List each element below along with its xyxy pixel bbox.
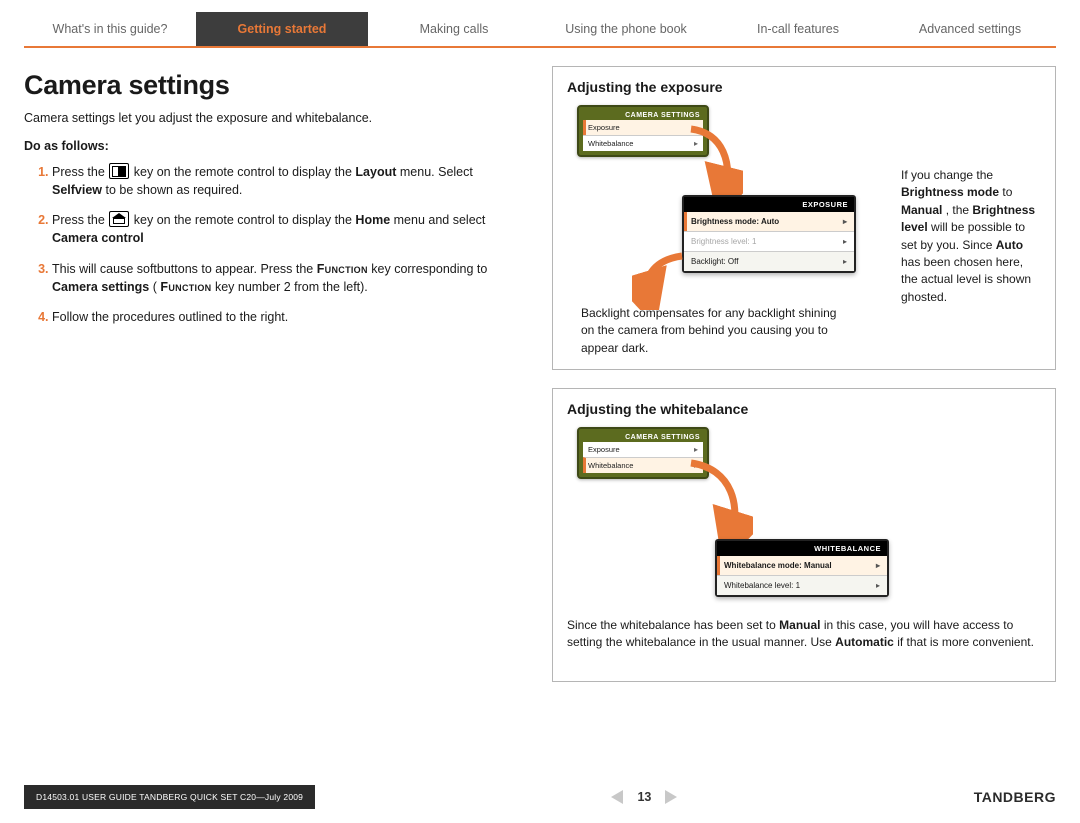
panel-exposure: Adjusting the exposure CAMERA SETTINGS E… — [552, 66, 1056, 370]
popup-exposure-title: EXPOSURE — [684, 197, 854, 212]
popup-wb-row1: Whitebalance level: 1 ▸ — [717, 575, 887, 595]
popup-whitebalance: WHITEBALANCE Whitebalance mode: Manual ▸… — [715, 539, 889, 597]
step1-t3: menu. Select — [400, 165, 473, 179]
p2b-d: if that is more convenient. — [897, 635, 1034, 649]
tab-making-calls[interactable]: Making calls — [368, 12, 540, 48]
step2-t1: Press the — [52, 213, 108, 227]
step-1: Press the key on the remote control to d… — [52, 163, 524, 199]
panel-exposure-heading: Adjusting the exposure — [567, 79, 1041, 95]
popup-wb-row0: Whitebalance mode: Manual ▸ — [717, 556, 887, 575]
step2-t3: menu and select — [394, 213, 486, 227]
step1-t4: to be shown as required. — [106, 183, 243, 197]
intro-text: Camera settings let you adjust the expos… — [24, 111, 524, 125]
exposure-side-caption: If you change the Brightness mode to Man… — [901, 167, 1041, 306]
screen2-title: CAMERA SETTINGS — [583, 433, 703, 442]
screen1-title: CAMERA SETTINGS — [583, 111, 703, 120]
step3-sc2: Function — [160, 280, 211, 294]
chevron-right-icon: ▸ — [876, 581, 880, 590]
p1s-a: If you change the — [901, 168, 993, 182]
screen1-row-exposure: Exposure ▸ — [583, 120, 703, 135]
screen-camera-settings-2: CAMERA SETTINGS Exposure ▸ Whitebalance ▸ — [577, 427, 709, 479]
step2-b2: Camera control — [52, 231, 144, 245]
p1r2-l: Backlight: — [691, 257, 726, 266]
screen2-row0-label: Exposure — [588, 445, 620, 454]
tab-getting-started[interactable]: Getting started — [196, 12, 368, 48]
p2b-a: Since the whitebalance has been set to — [567, 618, 779, 632]
step-4: Follow the procedures outlined to the ri… — [52, 308, 524, 326]
step3-t4: key number 2 from the left). — [215, 280, 368, 294]
step1-t1: Press the — [52, 165, 108, 179]
step3-b1: Camera settings — [52, 280, 149, 294]
p1s-b4: Auto — [996, 238, 1023, 252]
screen2-row-whitebalance: Whitebalance ▸ — [583, 457, 703, 473]
p1s-f: has been chosen here, the actual level i… — [901, 255, 1031, 304]
p2b-b1: Manual — [779, 618, 820, 632]
next-page-button[interactable] — [665, 790, 677, 804]
popup-exposure-row1: Brightness level: 1 ▸ — [684, 231, 854, 251]
step3-sc1: Function — [317, 262, 368, 276]
footer: D14503.01 USER GUIDE TANDBERG QUICK SET … — [24, 783, 1056, 811]
step1-t2: key on the remote control to display the — [134, 165, 356, 179]
home-key-icon — [109, 211, 129, 227]
layout-key-icon — [109, 163, 129, 179]
panel-whitebalance-heading: Adjusting the whitebalance — [567, 401, 1041, 417]
popup-wb-title: WHITEBALANCE — [717, 541, 887, 556]
prev-page-button[interactable] — [611, 790, 623, 804]
screen-camera-settings-1: CAMERA SETTINGS Exposure ▸ Whitebalance ▸ — [577, 105, 709, 157]
screen1-row1-label: Whitebalance — [588, 139, 633, 148]
step3-t1: This will cause softbuttons to appear. P… — [52, 262, 317, 276]
do-as-follows: Do as follows: — [24, 139, 524, 153]
chevron-right-icon: ▸ — [843, 257, 847, 266]
step1-b1: Layout — [355, 165, 396, 179]
top-tab-nav: What's in this guide? Getting started Ma… — [24, 12, 1056, 48]
p1s-b1: Brightness mode — [901, 185, 999, 199]
tab-incall-features[interactable]: In-call features — [712, 12, 884, 48]
page-title: Camera settings — [24, 70, 524, 101]
p1r0-v: Auto — [761, 217, 779, 226]
p1s-c: to — [1002, 185, 1012, 199]
popup-exposure: EXPOSURE Brightness mode: Auto ▸ Brightn… — [682, 195, 856, 273]
chevron-right-icon: ▸ — [694, 139, 698, 148]
step-2: Press the key on the remote control to d… — [52, 211, 524, 247]
popup-exposure-row2: Backlight: Off ▸ — [684, 251, 854, 271]
p2r1-v: 1 — [796, 581, 800, 590]
chevron-right-icon: ▸ — [694, 445, 698, 454]
p1r1-l: Brightness level: — [691, 237, 750, 246]
chevron-right-icon: ▸ — [694, 461, 698, 470]
chevron-right-icon: ▸ — [694, 123, 698, 132]
screen1-row-whitebalance: Whitebalance ▸ — [583, 135, 703, 151]
p1r0-l: Brightness mode: — [691, 217, 759, 226]
tab-advanced-settings[interactable]: Advanced settings — [884, 12, 1056, 48]
tab-phone-book[interactable]: Using the phone book — [540, 12, 712, 48]
p1s-b2: Manual — [901, 203, 942, 217]
footer-docid: D14503.01 USER GUIDE TANDBERG QUICK SET … — [24, 785, 315, 809]
step1-b2: Selfview — [52, 183, 102, 197]
step2-b1: Home — [355, 213, 390, 227]
p1r2-v: Off — [728, 257, 739, 266]
panel-whitebalance: Adjusting the whitebalance CAMERA SETTIN… — [552, 388, 1056, 682]
p2r0-l: Whitebalance mode: — [724, 561, 802, 570]
chevron-right-icon: ▸ — [843, 237, 847, 246]
step3-t3: ( — [153, 280, 157, 294]
exposure-bottom-caption: Backlight compensates for any backlight … — [581, 305, 841, 357]
p2b-b2: Automatic — [835, 635, 894, 649]
p2r0-v: Manual — [804, 561, 832, 570]
chevron-right-icon: ▸ — [876, 561, 880, 570]
chevron-right-icon: ▸ — [843, 217, 847, 226]
step-3: This will cause softbuttons to appear. P… — [52, 260, 524, 296]
screen2-row-exposure: Exposure ▸ — [583, 442, 703, 457]
tab-whats-in-guide[interactable]: What's in this guide? — [24, 12, 196, 48]
popup-exposure-row0: Brightness mode: Auto ▸ — [684, 212, 854, 231]
p1s-d: , the — [946, 203, 973, 217]
p1r1-v: 1 — [752, 237, 756, 246]
step2-t2: key on the remote control to display the — [134, 213, 356, 227]
page-number: 13 — [637, 790, 651, 804]
p2r1-l: Whitebalance level: — [724, 581, 793, 590]
screen2-row1-label: Whitebalance — [588, 461, 633, 470]
steps-list: Press the key on the remote control to d… — [24, 163, 524, 326]
screen1-row0-label: Exposure — [588, 123, 620, 132]
brand-logo: TANDBERG — [974, 789, 1056, 805]
wb-bottom-caption: Since the whitebalance has been set to M… — [567, 617, 1041, 652]
step3-t2: key corresponding to — [371, 262, 487, 276]
